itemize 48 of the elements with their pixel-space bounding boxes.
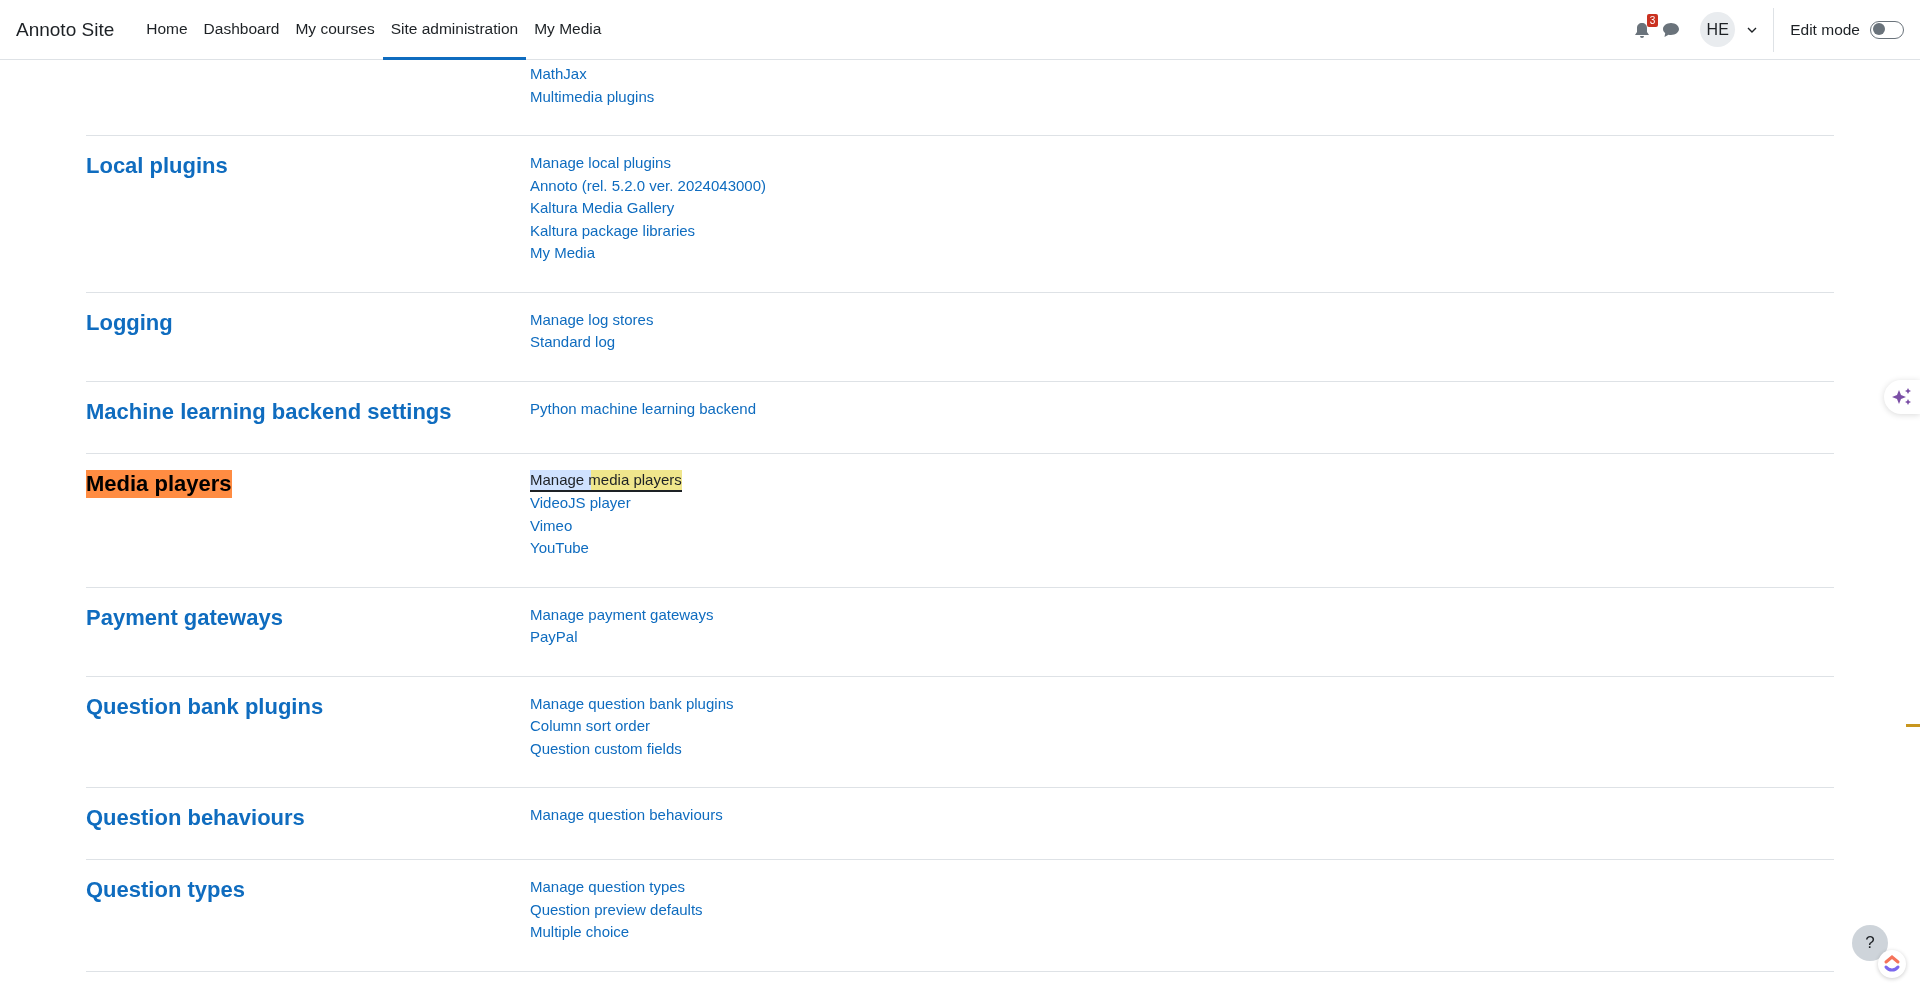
settings-link[interactable]: Manage log stores xyxy=(530,308,654,331)
nav-link[interactable]: Home xyxy=(138,0,196,60)
section-heading: Payment gateways xyxy=(86,603,283,632)
nav-link[interactable]: My courses xyxy=(287,0,383,60)
settings-link[interactable]: Annoto (rel. 5.2.0 ver. 2024043000) xyxy=(530,174,766,197)
site-name[interactable]: Annoto Site xyxy=(16,18,115,41)
section-heading: Machine learning backend settings xyxy=(86,397,452,426)
settings-link[interactable]: Kaltura Media Gallery xyxy=(530,197,675,220)
chevron-down-icon[interactable] xyxy=(1747,26,1758,33)
scroll-marker xyxy=(1906,724,1920,727)
settings-link[interactable]: Multimedia plugins xyxy=(530,85,655,108)
section-heading: Question bank plugins xyxy=(86,692,324,721)
settings-link[interactable]: Manage question types xyxy=(530,876,686,899)
settings-link[interactable]: Manage local plugins xyxy=(530,152,671,175)
settings-link[interactable]: Python machine learning backend xyxy=(530,397,756,420)
settings-link[interactable]: Vimeo xyxy=(530,514,573,537)
help-button[interactable]: ? xyxy=(1852,925,1888,961)
settings-link[interactable]: Manage media players xyxy=(530,469,682,492)
settings-link[interactable]: Kaltura package libraries xyxy=(530,219,696,242)
ai-assistant-button[interactable] xyxy=(1884,380,1920,414)
settings-link[interactable]: Multiple choice xyxy=(530,921,630,944)
settings-link[interactable]: Standard log xyxy=(530,331,616,354)
section-heading: Logging xyxy=(86,308,173,337)
nav-link[interactable]: My Media xyxy=(526,0,610,60)
edit-mode-label: Edit mode xyxy=(1790,20,1860,39)
settings-link[interactable]: VideoJS player xyxy=(530,492,631,515)
settings-link[interactable]: Question preview defaults xyxy=(530,898,703,921)
settings-link[interactable]: Manage question behaviours xyxy=(530,804,723,827)
notification-badge: 3 xyxy=(1646,13,1659,27)
nav-link[interactable]: Site administration xyxy=(382,0,527,60)
settings-link[interactable]: Column sort order xyxy=(530,715,651,738)
settings-link[interactable]: Manage payment gateways xyxy=(530,603,714,626)
bell-icon[interactable] xyxy=(1634,21,1651,39)
chat-icon[interactable] xyxy=(1662,21,1681,38)
section-heading: Media players xyxy=(86,469,232,498)
app-logo[interactable] xyxy=(1878,950,1906,978)
settings-link[interactable]: Manage question bank plugins xyxy=(530,692,734,715)
settings-link[interactable]: MathJax xyxy=(530,63,587,86)
section-heading: Local plugins xyxy=(86,152,228,180)
settings-link[interactable]: PayPal xyxy=(530,626,578,649)
section-heading: Question types xyxy=(86,876,245,904)
settings-link[interactable]: YouTube xyxy=(530,537,589,560)
settings-link[interactable]: Question custom fields xyxy=(530,737,682,760)
section-heading: Question behaviours xyxy=(86,804,305,832)
nav-link[interactable]: Dashboard xyxy=(195,0,288,60)
settings-link[interactable]: My Media xyxy=(530,242,596,265)
sparkle-icon xyxy=(1891,387,1913,407)
user-avatar[interactable]: HE xyxy=(1700,12,1736,47)
